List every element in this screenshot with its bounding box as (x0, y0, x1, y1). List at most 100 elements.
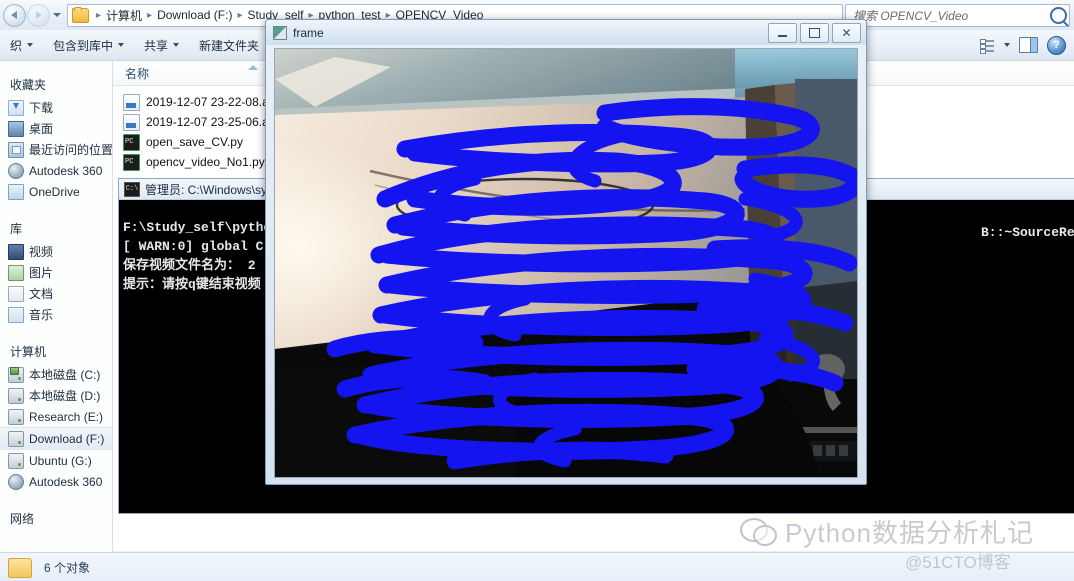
chevron-down-icon (27, 43, 34, 47)
file-name: 2019-12-07 23-22-08.avi (146, 95, 278, 109)
file-name: 2019-12-07 23-25-06.avi (146, 115, 278, 129)
organize-button[interactable]: 织 (0, 31, 43, 59)
organize-label: 织 (10, 38, 23, 53)
search-placeholder: 搜索 OPENCV_Video (853, 8, 969, 23)
autodesk-icon (8, 162, 24, 179)
status-bar: 6 个对象 (0, 552, 1074, 581)
download-icon (8, 99, 24, 116)
navigation-pane: 收藏夹 下载 桌面 最近访问的位置 Autodesk 360 OneDrive … (0, 61, 113, 561)
console-line-right: B::~SourceReaderCB terminatin (981, 225, 1074, 240)
frame-title-text: frame (293, 25, 324, 40)
sidebar-item-label: 桌面 (29, 122, 54, 136)
desktop-icon (8, 120, 24, 137)
drive-icon (8, 387, 24, 404)
console-title-text: 管理员: C:\Windows\syst (145, 182, 277, 197)
sidebar-item-autodesk-360-computer[interactable]: Autodesk 360 (0, 471, 112, 492)
sidebar-item-onedrive[interactable]: OneDrive (0, 181, 112, 202)
chevron-down-icon (53, 13, 61, 17)
drive-system-icon (8, 366, 24, 383)
drive-icon (8, 452, 24, 469)
sidebar-item-label: Ubuntu (G:) (29, 453, 92, 468)
search-icon (1050, 6, 1067, 24)
sidebar-item-label: Research (E:) (29, 409, 104, 424)
music-library-icon (8, 306, 24, 323)
sidebar-item-label: 图片 (29, 266, 54, 280)
include-in-library-label: 包含到库中 (53, 38, 114, 53)
sidebar-item-downloads[interactable]: 下载 (0, 97, 112, 118)
new-folder-button[interactable]: 新建文件夹 (189, 31, 269, 59)
folder-icon (8, 557, 32, 578)
sidebar-item-label: Autodesk 360 (29, 163, 103, 178)
sidebar-item-label: OneDrive (29, 184, 80, 199)
sidebar-item-label: 本地磁盘 (D:) (29, 389, 101, 403)
minimize-button[interactable] (768, 22, 797, 43)
file-name: open_save_CV.py (146, 135, 243, 149)
drive-icon (8, 408, 24, 425)
sidebar-item-label: 音乐 (29, 308, 54, 322)
sidebar-item-desktop[interactable]: 桌面 (0, 118, 112, 139)
documents-library-icon (8, 285, 24, 302)
sidebar-group-network: 网络 (10, 512, 35, 526)
new-folder-label: 新建文件夹 (199, 38, 260, 53)
help-icon[interactable]: ? (1047, 35, 1066, 55)
frame-video-canvas (274, 48, 858, 478)
chevron-down-icon (173, 43, 180, 47)
sidebar-item-ubuntu-g[interactable]: Ubuntu (G:) (0, 450, 112, 471)
share-label: 共享 (144, 38, 169, 53)
sidebar-item-research-e[interactable]: Research (E:) (0, 406, 112, 427)
sidebar-item-local-disk-c[interactable]: 本地磁盘 (C:) (0, 364, 112, 385)
sidebar-item-label: Download (F:) (29, 431, 105, 446)
python-file-icon (123, 133, 140, 151)
share-button[interactable]: 共享 (134, 31, 189, 59)
sidebar-item-local-disk-d[interactable]: 本地磁盘 (D:) (0, 385, 112, 406)
opencv-frame-window[interactable]: frame ✕ (265, 19, 867, 485)
sidebar-group-computer: 计算机 (10, 345, 47, 359)
avi-file-icon (123, 93, 140, 111)
preview-pane-icon[interactable] (1019, 37, 1038, 53)
sidebar-item-recent-places[interactable]: 最近访问的位置 (0, 139, 112, 160)
navigation-buttons (0, 3, 63, 27)
chevron-down-icon[interactable] (1004, 43, 1010, 47)
back-button[interactable] (3, 3, 26, 27)
frame-title-bar[interactable]: frame ✕ (266, 20, 866, 45)
close-button[interactable]: ✕ (832, 22, 861, 43)
sidebar-item-label: Autodesk 360 (29, 474, 103, 489)
file-name: opencv_video_No1.py (146, 155, 265, 169)
sidebar-item-documents[interactable]: 文档 (0, 283, 112, 304)
onedrive-icon (8, 183, 24, 200)
sidebar-group-favorites: 收藏夹 (10, 78, 47, 92)
sidebar-item-pictures[interactable]: 图片 (0, 262, 112, 283)
sidebar-item-autodesk-360[interactable]: Autodesk 360 (0, 160, 112, 181)
breadcrumb-item-download[interactable]: Download (F:) (156, 8, 233, 22)
pictures-library-icon (8, 264, 24, 281)
maximize-button[interactable] (800, 22, 829, 43)
forward-button[interactable] (27, 3, 50, 27)
sidebar-item-videos[interactable]: 视频 (0, 241, 112, 262)
frame-window-shadow-strip (265, 483, 865, 513)
sidebar-item-label: 下载 (29, 101, 54, 115)
window-controls: ✕ (768, 22, 866, 43)
opencv-image-icon (273, 25, 287, 40)
search-input[interactable]: 搜索 OPENCV_Video (845, 3, 1070, 27)
recent-pages-dropdown[interactable] (51, 5, 63, 25)
chevron-down-icon (118, 43, 125, 47)
sidebar-item-label: 文档 (29, 287, 54, 301)
include-in-library-button[interactable]: 包含到库中 (43, 31, 134, 59)
breadcrumb-item-computer[interactable]: 计算机 (105, 7, 143, 24)
breadcrumb-separator: ▸ (237, 9, 243, 21)
sidebar-item-label: 最近访问的位置 (29, 143, 113, 157)
sidebar-item-download-f[interactable]: Download (F:) (0, 427, 112, 450)
folder-icon (72, 6, 89, 23)
python-file-icon (123, 153, 140, 171)
video-library-icon (8, 243, 24, 260)
view-list-icon[interactable] (980, 38, 995, 54)
avi-file-icon (123, 113, 140, 131)
sidebar-item-label: 本地磁盘 (C:) (29, 368, 101, 382)
sort-ascending-icon (248, 65, 258, 70)
sidebar-item-music[interactable]: 音乐 (0, 304, 112, 325)
autodesk-icon (8, 473, 24, 490)
sidebar-item-label: 视频 (29, 245, 54, 259)
column-header-name[interactable]: 名称 (113, 65, 149, 82)
